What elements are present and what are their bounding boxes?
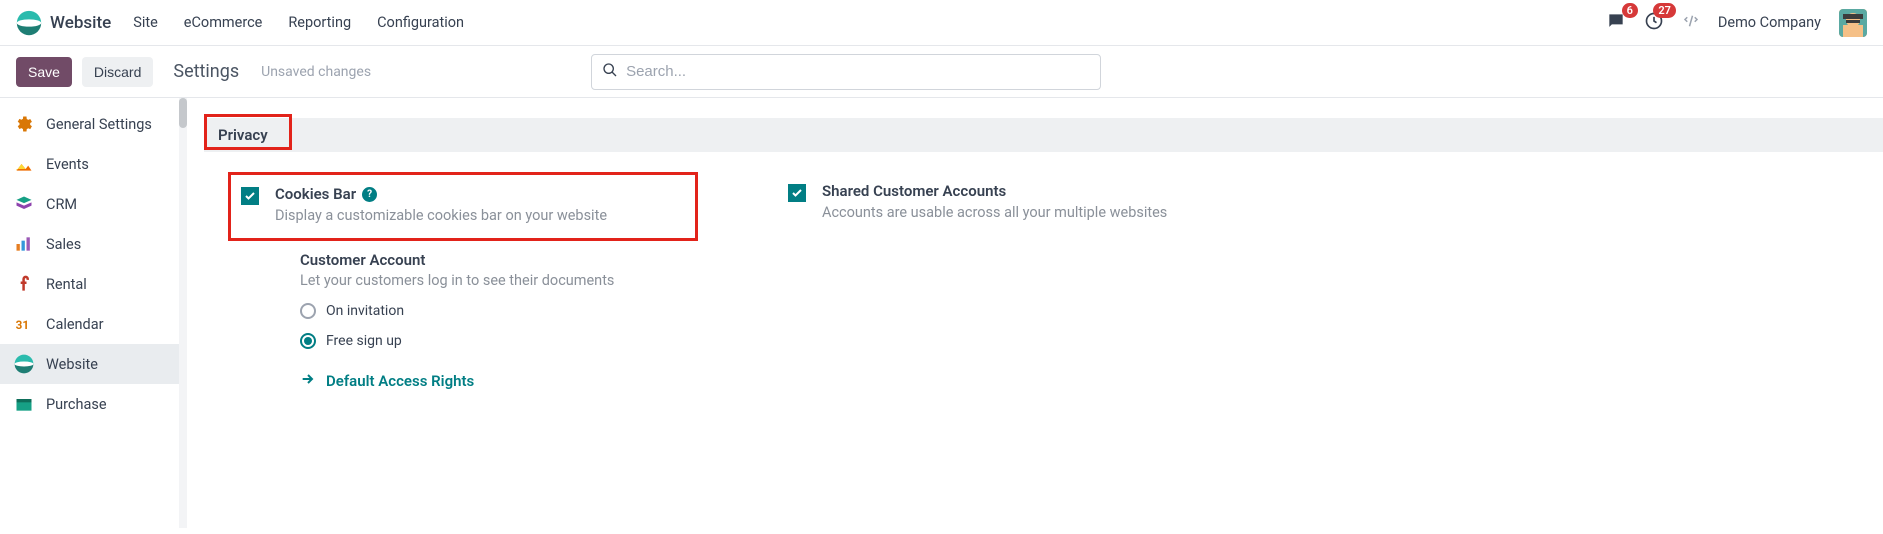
menu-configuration[interactable]: Configuration: [377, 14, 464, 31]
calendar-icon: 31: [14, 314, 34, 334]
setting-desc: Let your customers log in to see their d…: [300, 272, 698, 289]
sidebar-item-purchase[interactable]: Purchase: [0, 384, 179, 424]
sidebar-item-label: Rental: [46, 276, 87, 293]
activities-button[interactable]: 27: [1644, 11, 1664, 35]
sidebar-item-website[interactable]: Website: [0, 344, 179, 384]
setting-shared-customer-accounts: Shared Customer Accounts Accounts are us…: [778, 172, 1248, 235]
discard-button[interactable]: Discard: [82, 57, 153, 87]
brand[interactable]: Website: [16, 10, 111, 36]
sidebar-item-calendar[interactable]: 31 Calendar: [0, 304, 179, 344]
setting-title: Cookies Bar: [275, 185, 356, 203]
setting-title: Shared Customer Accounts: [822, 182, 1006, 200]
sidebar-item-rental[interactable]: Rental: [0, 264, 179, 304]
arrow-right-icon: [300, 371, 316, 391]
menu-ecommerce[interactable]: eCommerce: [184, 14, 263, 31]
sidebar-item-crm[interactable]: CRM: [0, 184, 179, 224]
website-icon: [14, 354, 34, 374]
sidebar-item-general-settings[interactable]: General Settings: [0, 104, 179, 144]
purchase-icon: [14, 394, 34, 414]
checkbox-shared-accounts[interactable]: [788, 184, 806, 202]
search-box[interactable]: [591, 54, 1101, 90]
events-icon: [14, 154, 34, 174]
settings-content: Privacy Cookies Bar ? Display a customiz…: [180, 98, 1883, 528]
menu-reporting[interactable]: Reporting: [288, 14, 351, 31]
sidebar-item-sales[interactable]: Sales: [0, 224, 179, 264]
unsaved-status: Unsaved changes: [261, 64, 371, 80]
messages-button[interactable]: 6: [1606, 11, 1626, 35]
sidebar-item-events[interactable]: Events: [0, 144, 179, 184]
company-switcher[interactable]: Demo Company: [1718, 14, 1821, 31]
gear-icon: [14, 114, 34, 134]
section-header-privacy: Privacy: [204, 118, 1883, 152]
top-nav: Website Site eCommerce Reporting Configu…: [0, 0, 1883, 46]
menu-site[interactable]: Site: [133, 14, 158, 31]
action-bar: Save Discard Settings Unsaved changes: [0, 46, 1883, 98]
top-menu: Site eCommerce Reporting Configuration: [133, 14, 464, 31]
sidebar-item-label: General Settings: [46, 116, 152, 133]
sidebar-item-label: Website: [46, 356, 98, 373]
radio-label: On invitation: [326, 303, 404, 319]
layout: General Settings Events CRM Sales Rental: [0, 98, 1883, 528]
messages-badge: 6: [1622, 3, 1638, 18]
setting-cookies-bar: Cookies Bar ? Display a customizable coo…: [228, 172, 698, 241]
radio-on-invitation[interactable]: On invitation: [300, 303, 698, 319]
sidebar-item-label: Sales: [46, 236, 81, 253]
setting-desc: Accounts are usable across all your mult…: [822, 204, 1167, 221]
sidebar-item-label: Purchase: [46, 396, 107, 413]
activities-badge: 27: [1653, 3, 1676, 18]
app-name: Website: [50, 13, 111, 33]
radio-icon: [300, 333, 316, 349]
search-icon: [602, 62, 618, 82]
sidebar-item-label: Events: [46, 156, 89, 173]
radio-free-sign-up[interactable]: Free sign up: [300, 333, 698, 349]
debug-button[interactable]: [1682, 12, 1700, 34]
app-logo-icon: [16, 10, 42, 36]
user-avatar[interactable]: [1839, 9, 1867, 37]
radio-icon: [300, 303, 316, 319]
sidebar-scrollbar-track: [179, 98, 187, 528]
setting-title: Customer Account: [300, 251, 698, 269]
rental-icon: [14, 274, 34, 294]
setting-desc: Display a customizable cookies bar on yo…: [275, 207, 607, 224]
radio-label: Free sign up: [326, 333, 402, 349]
setting-customer-account: Customer Account Let your customers log …: [300, 251, 698, 391]
sales-icon: [14, 234, 34, 254]
topnav-right: 6 27 Demo Company: [1606, 9, 1867, 37]
sidebar-scrollbar-thumb[interactable]: [179, 98, 187, 128]
sidebar-item-label: Calendar: [46, 316, 104, 333]
sidebar-item-label: CRM: [46, 196, 77, 213]
checkbox-cookies-bar[interactable]: [241, 187, 259, 205]
link-default-access-rights[interactable]: Default Access Rights: [300, 371, 698, 391]
link-label: Default Access Rights: [326, 372, 474, 390]
search-input[interactable]: [626, 63, 1090, 80]
page-title: Settings: [173, 61, 239, 82]
crm-icon: [14, 194, 34, 214]
save-button[interactable]: Save: [16, 57, 72, 87]
svg-text:31: 31: [16, 318, 29, 332]
help-icon[interactable]: ?: [362, 187, 377, 202]
section-title: Privacy: [218, 126, 268, 144]
settings-sidebar: General Settings Events CRM Sales Rental: [0, 98, 180, 528]
